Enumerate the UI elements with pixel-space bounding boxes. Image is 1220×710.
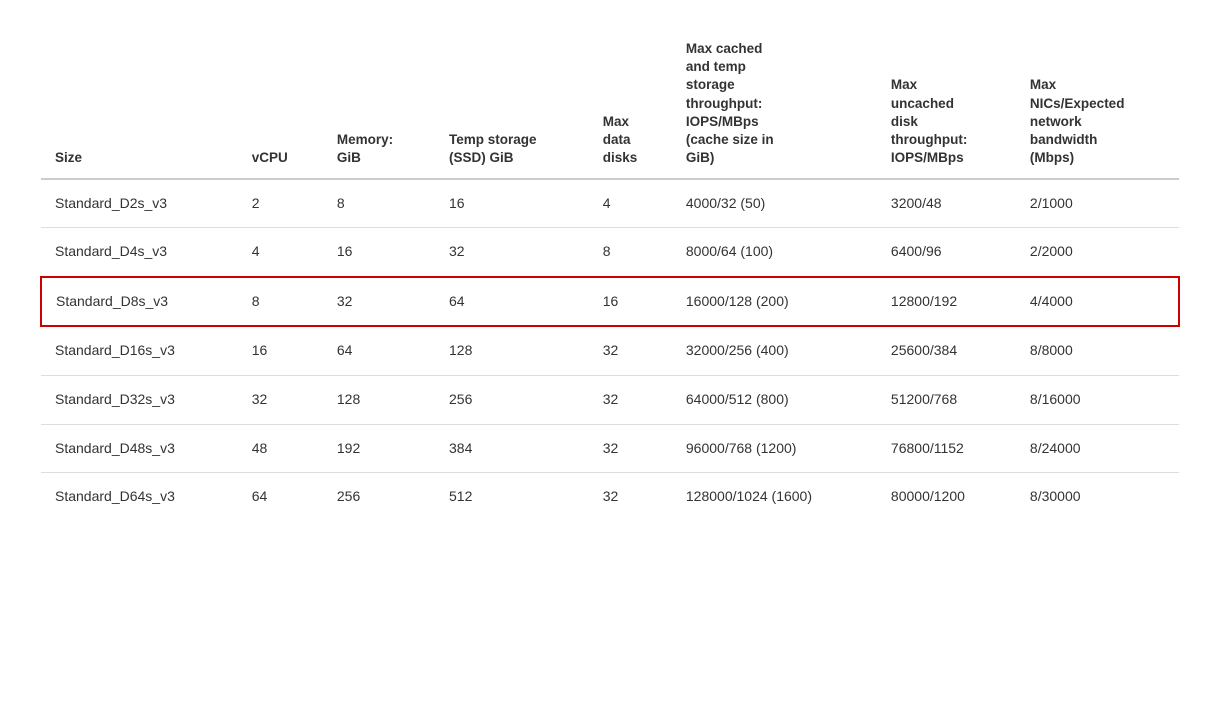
col-header-max-data-disks: Maxdatadisks bbox=[589, 30, 672, 179]
cell-memory: 64 bbox=[323, 326, 435, 375]
cell-temp_storage: 32 bbox=[435, 228, 589, 277]
cell-size: Standard_D64s_v3 bbox=[41, 473, 238, 521]
cell-max_data_disks: 32 bbox=[589, 326, 672, 375]
cell-max_data_disks: 32 bbox=[589, 424, 672, 473]
cell-max_uncached: 3200/48 bbox=[877, 179, 1016, 228]
cell-temp_storage: 512 bbox=[435, 473, 589, 521]
col-header-max-cached: Max cachedand tempstoragethroughput:IOPS… bbox=[672, 30, 877, 179]
cell-temp_storage: 256 bbox=[435, 375, 589, 424]
cell-max_cached: 96000/768 (1200) bbox=[672, 424, 877, 473]
cell-size: Standard_D2s_v3 bbox=[41, 179, 238, 228]
cell-temp_storage: 384 bbox=[435, 424, 589, 473]
cell-max_uncached: 76800/1152 bbox=[877, 424, 1016, 473]
cell-size: Standard_D4s_v3 bbox=[41, 228, 238, 277]
cell-max_uncached: 51200/768 bbox=[877, 375, 1016, 424]
table-row: Standard_D4s_v34163288000/64 (100)6400/9… bbox=[41, 228, 1179, 277]
cell-memory: 256 bbox=[323, 473, 435, 521]
cell-max_data_disks: 8 bbox=[589, 228, 672, 277]
cell-max_uncached: 6400/96 bbox=[877, 228, 1016, 277]
cell-size: Standard_D32s_v3 bbox=[41, 375, 238, 424]
table-row: Standard_D64s_v36425651232128000/1024 (1… bbox=[41, 473, 1179, 521]
cell-memory: 32 bbox=[323, 277, 435, 327]
vm-specs-table: Size vCPU Memory:GiB Temp storage(SSD) G… bbox=[40, 30, 1180, 521]
cell-max_nics: 2/1000 bbox=[1016, 179, 1179, 228]
cell-vcpu: 32 bbox=[238, 375, 323, 424]
cell-max_nics: 4/4000 bbox=[1016, 277, 1179, 327]
cell-temp_storage: 16 bbox=[435, 179, 589, 228]
table-row: Standard_D48s_v3481923843296000/768 (120… bbox=[41, 424, 1179, 473]
cell-max_data_disks: 4 bbox=[589, 179, 672, 228]
col-header-memory: Memory:GiB bbox=[323, 30, 435, 179]
cell-vcpu: 2 bbox=[238, 179, 323, 228]
cell-max_data_disks: 32 bbox=[589, 375, 672, 424]
cell-memory: 16 bbox=[323, 228, 435, 277]
col-header-max-nics: MaxNICs/Expectednetworkbandwidth(Mbps) bbox=[1016, 30, 1179, 179]
cell-max_cached: 8000/64 (100) bbox=[672, 228, 877, 277]
cell-max_data_disks: 32 bbox=[589, 473, 672, 521]
cell-vcpu: 48 bbox=[238, 424, 323, 473]
col-header-temp-storage: Temp storage(SSD) GiB bbox=[435, 30, 589, 179]
cell-size: Standard_D8s_v3 bbox=[41, 277, 238, 327]
cell-max_cached: 4000/32 (50) bbox=[672, 179, 877, 228]
table-header-row: Size vCPU Memory:GiB Temp storage(SSD) G… bbox=[41, 30, 1179, 179]
cell-max_data_disks: 16 bbox=[589, 277, 672, 327]
col-header-vcpu: vCPU bbox=[238, 30, 323, 179]
cell-vcpu: 8 bbox=[238, 277, 323, 327]
cell-max_uncached: 25600/384 bbox=[877, 326, 1016, 375]
cell-max_nics: 2/2000 bbox=[1016, 228, 1179, 277]
vm-specs-table-container: Size vCPU Memory:GiB Temp storage(SSD) G… bbox=[40, 30, 1180, 521]
col-header-max-uncached: Maxuncacheddiskthroughput:IOPS/MBps bbox=[877, 30, 1016, 179]
cell-max_cached: 32000/256 (400) bbox=[672, 326, 877, 375]
cell-vcpu: 16 bbox=[238, 326, 323, 375]
cell-max_nics: 8/16000 bbox=[1016, 375, 1179, 424]
cell-vcpu: 4 bbox=[238, 228, 323, 277]
col-header-size: Size bbox=[41, 30, 238, 179]
table-row: Standard_D2s_v3281644000/32 (50)3200/482… bbox=[41, 179, 1179, 228]
cell-memory: 192 bbox=[323, 424, 435, 473]
table-row: Standard_D32s_v3321282563264000/512 (800… bbox=[41, 375, 1179, 424]
cell-max_uncached: 12800/192 bbox=[877, 277, 1016, 327]
cell-max_cached: 64000/512 (800) bbox=[672, 375, 877, 424]
cell-max_nics: 8/24000 bbox=[1016, 424, 1179, 473]
cell-memory: 8 bbox=[323, 179, 435, 228]
cell-memory: 128 bbox=[323, 375, 435, 424]
cell-max_uncached: 80000/1200 bbox=[877, 473, 1016, 521]
cell-temp_storage: 128 bbox=[435, 326, 589, 375]
table-row: Standard_D16s_v316641283232000/256 (400)… bbox=[41, 326, 1179, 375]
table-row: Standard_D8s_v3832641616000/128 (200)128… bbox=[41, 277, 1179, 327]
cell-size: Standard_D16s_v3 bbox=[41, 326, 238, 375]
cell-vcpu: 64 bbox=[238, 473, 323, 521]
cell-max_cached: 16000/128 (200) bbox=[672, 277, 877, 327]
cell-max_nics: 8/8000 bbox=[1016, 326, 1179, 375]
cell-size: Standard_D48s_v3 bbox=[41, 424, 238, 473]
cell-max_cached: 128000/1024 (1600) bbox=[672, 473, 877, 521]
cell-max_nics: 8/30000 bbox=[1016, 473, 1179, 521]
cell-temp_storage: 64 bbox=[435, 277, 589, 327]
